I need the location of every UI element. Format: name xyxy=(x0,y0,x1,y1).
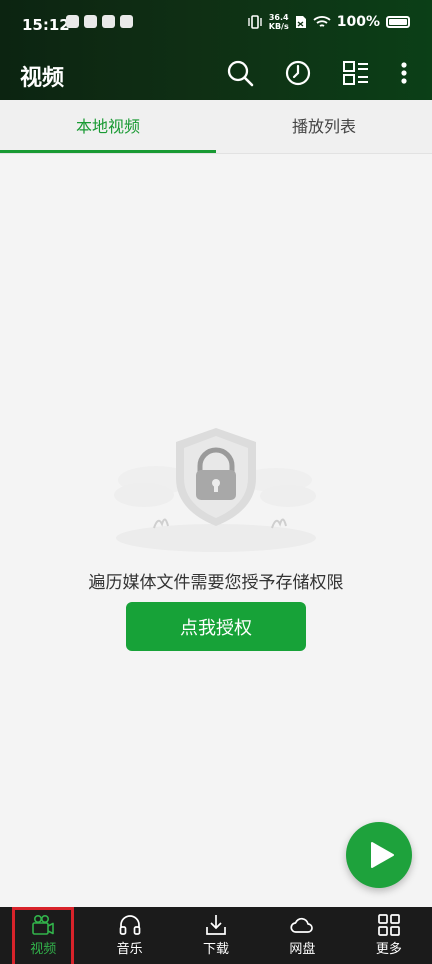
headphones-icon xyxy=(119,915,140,935)
search-icon[interactable] xyxy=(225,58,255,88)
wifi-icon xyxy=(313,16,331,27)
nav-item-video[interactable]: 视频 xyxy=(0,907,86,964)
nav-item-cloud[interactable]: 网盘 xyxy=(259,907,345,964)
permission-message: 遍历媒体文件需要您授予存储权限 xyxy=(88,573,344,593)
grant-permission-button[interactable]: 点我授权 xyxy=(126,602,306,651)
play-icon xyxy=(371,842,394,868)
page-title: 视频 xyxy=(20,66,65,91)
nav-item-music[interactable]: 音乐 xyxy=(86,907,172,964)
status-time: 15:12 xyxy=(22,16,70,34)
download-icon xyxy=(206,915,226,935)
notification-icon xyxy=(120,15,133,28)
header: 15:12 36.4 KB/s 100% 视频 xyxy=(0,0,432,100)
nav-label: 更多 xyxy=(375,942,402,957)
nav-label: 视频 xyxy=(30,942,57,957)
nav-label: 音乐 xyxy=(116,942,143,957)
status-bar: 15:12 36.4 KB/s 100% xyxy=(0,0,432,50)
status-right: 36.4 KB/s 100% xyxy=(247,13,410,31)
notification-icon xyxy=(66,15,79,28)
tab-bar: 本地视频 播放列表 xyxy=(0,100,432,154)
notification-icon xyxy=(84,15,97,28)
nav-item-download[interactable]: 下载 xyxy=(173,907,259,964)
grid-list-icon[interactable] xyxy=(341,58,371,88)
tab-local-video[interactable]: 本地视频 xyxy=(0,100,216,153)
tab-playlist[interactable]: 播放列表 xyxy=(216,100,432,153)
network-speed: 36.4 KB/s xyxy=(268,13,289,31)
grid-icon xyxy=(377,914,400,936)
notification-icons xyxy=(66,15,133,28)
notification-icon xyxy=(102,15,115,28)
vibrate-icon xyxy=(248,15,262,29)
sim-icon xyxy=(295,16,306,28)
nav-item-more[interactable]: 更多 xyxy=(346,907,432,964)
locked-shield-illustration xyxy=(114,428,316,552)
battery-icon xyxy=(386,16,410,28)
app-bar: 视频 xyxy=(0,50,432,100)
history-icon[interactable] xyxy=(283,58,313,88)
nav-label: 下载 xyxy=(203,942,230,957)
battery-percent: 100% xyxy=(336,14,380,30)
bottom-nav: 视频 音乐 下载 网盘 更多 xyxy=(0,907,432,964)
cloud-icon xyxy=(290,917,314,933)
nav-label: 网盘 xyxy=(289,942,316,957)
play-fab-button[interactable] xyxy=(346,822,412,888)
more-vertical-icon[interactable] xyxy=(392,58,416,88)
video-camera-icon xyxy=(32,914,55,935)
